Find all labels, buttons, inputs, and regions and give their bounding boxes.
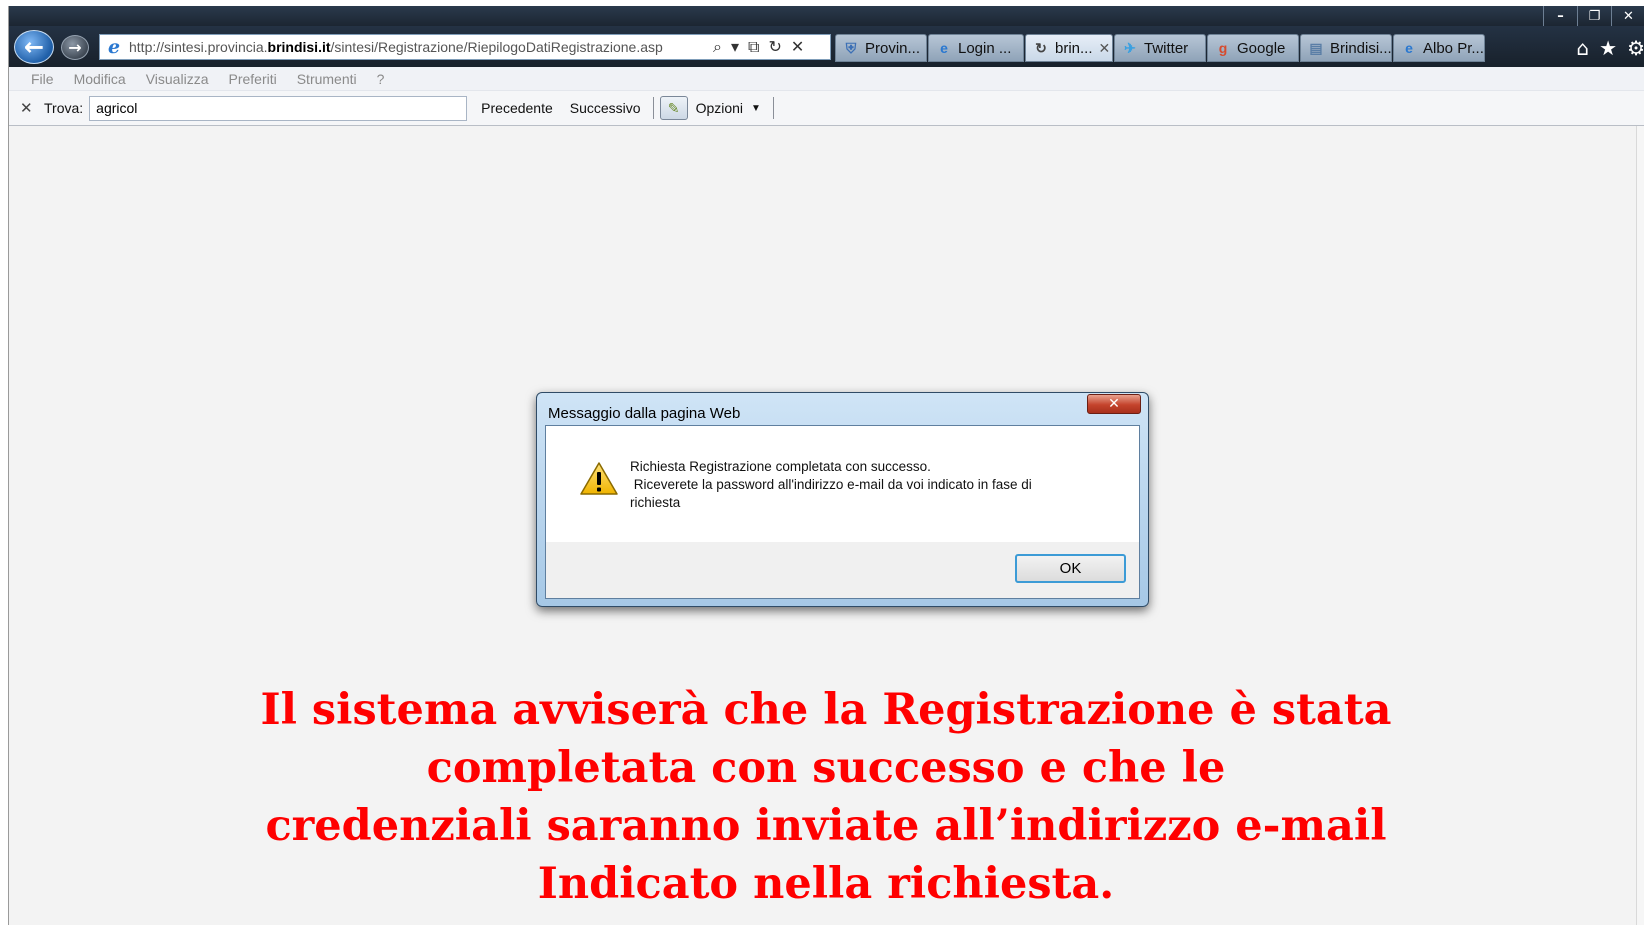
tab-crest-0[interactable]: ⛨ Provin...	[835, 34, 927, 62]
close-window-button[interactable]: ✕	[1611, 6, 1644, 26]
find-previous-button[interactable]: Precedente	[481, 100, 553, 116]
tab-close-icon[interactable]: ✕	[1099, 40, 1111, 57]
find-input[interactable]	[89, 95, 468, 121]
tab-page-5[interactable]: ▤ Brindisi...	[1300, 34, 1392, 62]
dialog-content: Richiesta Registrazione completata con s…	[546, 426, 1139, 542]
minimize-button[interactable]: –	[1543, 6, 1577, 26]
menu-bar: File Modifica Visualizza Preferiti Strum…	[9, 67, 1644, 91]
forward-button[interactable]: →	[61, 35, 89, 60]
dialog-close-button[interactable]: ✕	[1087, 394, 1141, 414]
back-arrow-icon: ←	[23, 33, 45, 61]
caption-line: Il sistema avviserà che la Registrazione…	[260, 685, 1392, 735]
menu-preferiti[interactable]: Preferiti	[228, 71, 276, 87]
tab-label: Brindisi...	[1330, 39, 1392, 57]
ie-icon: e	[1405, 40, 1413, 56]
title-bar: – ❐ ✕	[9, 6, 1644, 26]
restore-button[interactable]: ❐	[1577, 6, 1611, 26]
url-text[interactable]: http://sintesi.provincia.brindisi.it/sin…	[129, 39, 709, 55]
address-bar[interactable]: e http://sintesi.provincia.brindisi.it/s…	[99, 34, 831, 60]
caption-line: credenziali saranno inviate all’indirizz…	[265, 801, 1387, 851]
find-label: Trova:	[44, 100, 84, 116]
tab-loading-2[interactable]: ↻ brin... ✕	[1025, 34, 1113, 62]
dialog-title: Messaggio dalla pagina Web	[548, 405, 741, 422]
refresh-icon[interactable]: ↻	[768, 35, 781, 59]
find-next-button[interactable]: Successivo	[570, 100, 641, 116]
home-icon[interactable]: ⌂	[1576, 36, 1589, 60]
tab-label: Albo Pr...	[1423, 39, 1484, 57]
message-dialog: Messaggio dalla pagina Web ✕ Richiesta R…	[536, 392, 1149, 607]
dialog-message-line: Riceverete la password all'indirizzo e-m…	[630, 477, 1032, 492]
crest-icon: ⛨	[845, 39, 857, 56]
toolbar-right: ⌂ ★ ⚙	[1576, 36, 1644, 60]
favorites-star-icon[interactable]: ★	[1599, 36, 1617, 60]
tab-label: Provin...	[865, 39, 921, 57]
close-findbar-icon[interactable]: ✕	[20, 99, 36, 117]
url-path: /sintesi/Registrazione/RiepilogoDatiRegi…	[330, 39, 663, 55]
menu-strumenti[interactable]: Strumenti	[297, 71, 357, 87]
twitter-icon: ✈	[1124, 39, 1136, 56]
menu-file[interactable]: File	[31, 71, 54, 87]
forward-arrow-icon: →	[68, 38, 82, 57]
chevron-down-icon[interactable]: ▾	[731, 35, 739, 59]
dialog-message: Richiesta Registrazione completata con s…	[630, 458, 1110, 512]
window-controls: – ❐ ✕	[1543, 6, 1644, 26]
tab-google-4[interactable]: g Google	[1207, 34, 1299, 62]
search-icon[interactable]: ⌕	[713, 35, 722, 59]
back-button[interactable]: ←	[14, 30, 54, 64]
url-host: brindisi.it	[267, 39, 331, 55]
stop-icon[interactable]: ✕	[791, 35, 804, 59]
menu-visualizza[interactable]: Visualizza	[146, 71, 209, 87]
url-prefix: http://sintesi.provincia.	[129, 39, 268, 55]
compatibility-view-icon[interactable]: ⧉	[748, 35, 759, 59]
caret-down-icon: ▼	[751, 102, 761, 114]
find-bar: ✕ Trova: Precedente Successivo ✎ Opzioni…	[9, 91, 1644, 126]
tab-label: brin...	[1055, 39, 1093, 57]
ie-page-icon: e	[107, 36, 121, 58]
tab-strip: ⛨ Provin... e Login ... ↻ brin... ✕ ✈ Twitter g Go…	[835, 34, 1486, 62]
tools-gear-icon[interactable]: ⚙	[1627, 36, 1644, 60]
warning-icon	[580, 462, 618, 495]
tab-twitter-3[interactable]: ✈ Twitter	[1114, 34, 1206, 62]
dialog-message-line: Richiesta Registrazione completata con s…	[630, 459, 931, 474]
find-options-button[interactable]: Opzioni ▼	[696, 100, 761, 116]
options-label: Opzioni	[695, 100, 744, 116]
tab-label: Login ...	[958, 39, 1012, 57]
address-controls: ⌕ ▾ ⧉ ↻ ✕	[713, 35, 804, 59]
navigation-bar: ← → e http://sintesi.provincia.brindisi.…	[9, 26, 1644, 67]
google-icon: g	[1218, 40, 1228, 56]
ok-button[interactable]: OK	[1015, 554, 1126, 583]
menu-modifica[interactable]: Modifica	[74, 71, 126, 87]
toolbar-divider	[652, 97, 654, 119]
page-icon: ▤	[1309, 39, 1323, 56]
caption-text: Il sistema avviserà che la Registrazione…	[8, 681, 1644, 913]
ie-icon: e	[940, 40, 948, 56]
menu-help[interactable]: ?	[377, 71, 385, 87]
loading-icon: ↻	[1035, 39, 1047, 56]
caption-line: completata con successo e che le	[426, 743, 1226, 793]
tab-label: Twitter	[1144, 39, 1189, 57]
caption-line: Indicato nella richiesta.	[537, 859, 1115, 909]
highlight-matches-icon[interactable]: ✎	[659, 96, 688, 120]
toolbar-divider	[772, 97, 774, 119]
dialog-message-line: richiesta	[630, 495, 681, 510]
tab-ie-6[interactable]: e Albo Pr...	[1393, 34, 1485, 62]
tab-ie-1[interactable]: e Login ...	[928, 34, 1024, 62]
tab-label: Google	[1237, 39, 1286, 57]
dialog-body: Richiesta Registrazione completata con s…	[545, 425, 1140, 599]
